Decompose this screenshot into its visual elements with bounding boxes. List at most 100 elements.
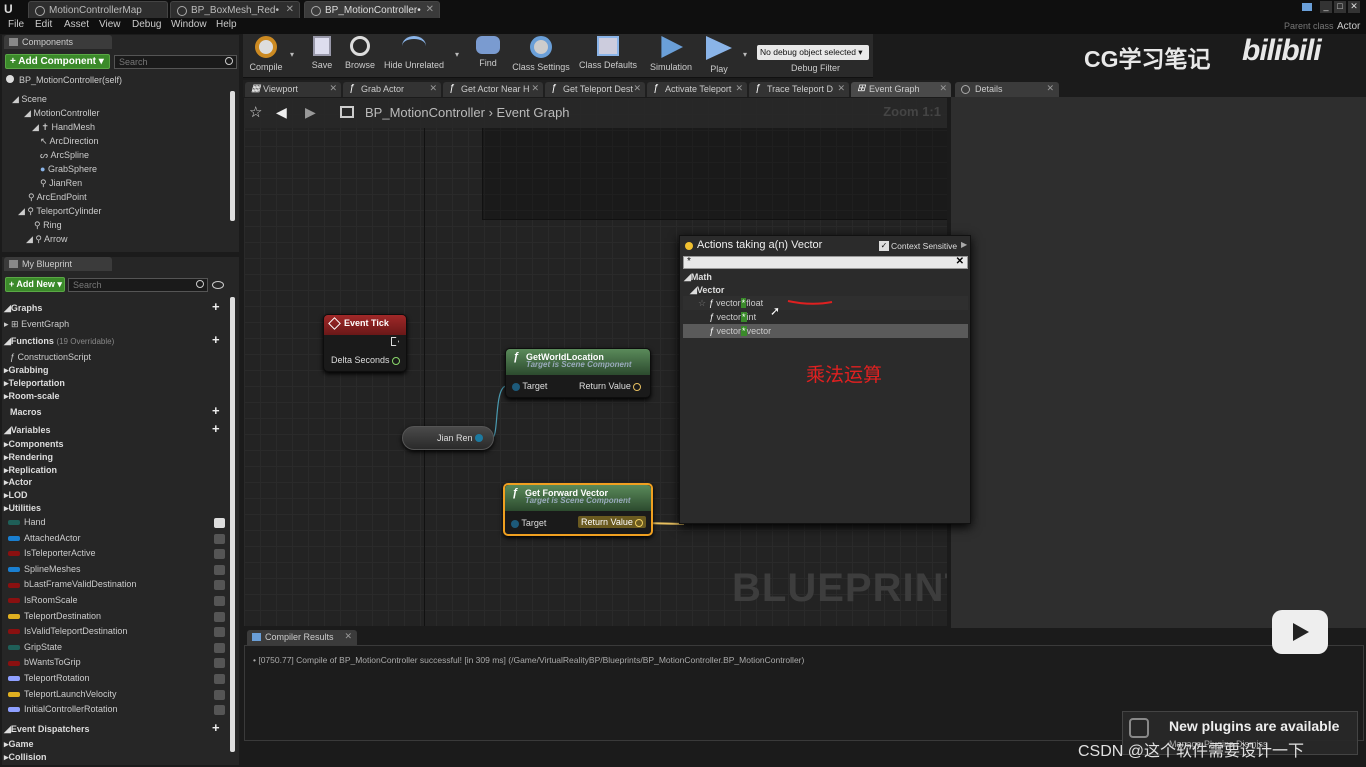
menu-view[interactable]: View [99, 19, 121, 30]
menu-edit[interactable]: Edit [35, 19, 52, 30]
graph-item-eventgraph[interactable]: ▸ ⊞ EventGraph [4, 317, 69, 331]
tree-item-jianren[interactable]: ⚲ JianRen [40, 176, 82, 190]
category-vector[interactable]: ◢Vector [690, 283, 724, 297]
action-search-input[interactable]: * ✕ [683, 256, 968, 269]
tab-bp-boxmesh-red[interactable]: BP_BoxMesh_Red• ✕ [170, 1, 300, 18]
browse-button[interactable]: Browse [343, 36, 377, 76]
close-icon[interactable]: ✕ [329, 83, 337, 94]
var-category-utilities[interactable]: ▸Utilities [4, 502, 204, 515]
var-category-lod[interactable]: ▸LOD [4, 489, 204, 502]
compile-dropdown-icon[interactable]: ▾ [290, 50, 294, 59]
parent-class-value[interactable]: Actor [1337, 21, 1360, 32]
add-graph-button[interactable]: + [212, 299, 220, 314]
visibility-eye-icon[interactable] [214, 705, 225, 716]
close-icon[interactable]: ✕ [735, 83, 743, 94]
graph-tab-activate-teleport[interactable]: ƒ Activate Teleport ✕ [647, 82, 747, 97]
find-button[interactable]: Find [473, 36, 503, 76]
variable-item[interactable]: TeleportLaunchVelocity [8, 687, 226, 703]
graph-tab-get-actor-near-h[interactable]: ƒ Get Actor Near H ✕ [443, 82, 543, 97]
tree-item-scene[interactable]: ◢ Scene [12, 92, 47, 106]
graph-tab-viewport[interactable]: ▦ Viewport ✕ [245, 82, 341, 97]
variable-item[interactable]: bWantsToGrip [8, 655, 226, 671]
close-icon[interactable]: ✕ [429, 83, 437, 94]
menu-help[interactable]: Help [216, 19, 237, 30]
components-scrollbar[interactable] [230, 91, 235, 221]
tree-item-arrow[interactable]: ◢ ⚲ Arrow [26, 232, 68, 246]
blueprint-search-input[interactable]: Search [68, 278, 208, 292]
class-settings-button[interactable]: Class Settings [511, 36, 571, 76]
graph-tab-event-graph[interactable]: ⊞ Event Graph ✕ [851, 82, 951, 97]
dispatcher-category-collision[interactable]: ▸Collision [4, 750, 47, 764]
add-new-button[interactable]: + Add New ▾ [5, 277, 65, 292]
var-category-rendering[interactable]: ▸Rendering [4, 451, 204, 464]
debug-object-select[interactable]: No debug object selected ▾ [757, 45, 869, 60]
var-category-replication[interactable]: ▸Replication [4, 464, 204, 477]
tree-item-motioncontroller[interactable]: ◢ MotionController [24, 106, 99, 120]
function-item-constructionscript[interactable]: ƒ ConstructionScript [10, 350, 91, 364]
close-icon[interactable]: ✕ [426, 4, 434, 15]
node-event-tick[interactable]: Event Tick Delta Seconds [323, 314, 407, 372]
var-category-components[interactable]: ▸Components [4, 438, 204, 451]
play-button[interactable]: Play [703, 36, 735, 76]
variable-item[interactable]: IsRoomScale [8, 593, 226, 609]
var-category-actor[interactable]: ▸Actor [4, 476, 204, 489]
variable-item[interactable]: Hand [8, 515, 226, 531]
close-icon[interactable]: ✕ [837, 83, 845, 94]
clear-search-icon[interactable]: ✕ [956, 256, 964, 267]
dispatcher-category-game[interactable]: ▸Game [4, 737, 34, 751]
pin-delta-seconds[interactable]: Delta Seconds [331, 355, 401, 365]
close-icon[interactable]: ✕ [939, 83, 947, 94]
visibility-eye-icon[interactable] [214, 549, 225, 560]
visibility-eye-icon[interactable] [214, 658, 225, 669]
close-icon[interactable]: ✕ [1046, 83, 1054, 94]
action-vector-times-int[interactable]: ƒ vector*int [683, 310, 968, 324]
exec-pin-out[interactable] [391, 337, 399, 346]
play-dropdown-icon[interactable]: ▾ [743, 50, 747, 59]
object-pin-dot[interactable] [475, 434, 483, 442]
event-dispatchers-section[interactable]: ◢Event Dispatchers [4, 722, 89, 736]
pin-return-value[interactable]: Return Value [579, 381, 642, 391]
tree-item-grabsphere[interactable]: ● GrabSphere [40, 162, 97, 176]
tab-bp-motioncontroller[interactable]: BP_MotionController• ✕ [304, 1, 440, 18]
menu-asset[interactable]: Asset [64, 19, 89, 30]
graphs-section[interactable]: ◢Graphs [4, 301, 42, 315]
node-jian-ren[interactable]: Jian Ren [402, 426, 494, 450]
variable-item[interactable]: IsTeleporterActive [8, 546, 226, 562]
save-button[interactable]: Save [309, 36, 335, 76]
simulation-button[interactable]: Simulation [647, 36, 695, 76]
category-math[interactable]: ◢Math [684, 270, 712, 284]
functions-section[interactable]: ◢Functions (19 Overridable) [4, 334, 114, 348]
minimize-icon[interactable]: _ [1320, 1, 1332, 13]
tree-item-handmesh[interactable]: ◢ ✝ HandMesh [32, 120, 95, 134]
menu-file[interactable]: File [8, 19, 24, 30]
visibility-eye-icon[interactable] [214, 596, 225, 606]
close-icon[interactable]: ✕ [531, 83, 539, 94]
function-category-grabbing[interactable]: ▸Grabbing [4, 363, 49, 377]
variable-item[interactable]: AttachedActor [8, 531, 226, 547]
macros-section[interactable]: Macros [10, 405, 42, 419]
close-icon[interactable]: ✕ [1348, 1, 1360, 13]
compile-log-line[interactable]: • [0750.77] Compile of BP_MotionControll… [253, 655, 804, 665]
visibility-eye-icon[interactable] [212, 281, 224, 289]
node-get-forward-vector[interactable]: ƒ Get Forward Vector Target is Scene Com… [503, 483, 653, 536]
hide-unrelated-dropdown-icon[interactable]: ▾ [455, 50, 459, 59]
pin-return-value[interactable]: Return Value [578, 516, 647, 528]
blueprint-scrollbar[interactable] [230, 297, 235, 752]
variable-item[interactable]: TeleportRotation [8, 671, 226, 687]
my-blueprint-tab[interactable]: My Blueprint [4, 257, 112, 271]
context-sensitive-checkbox[interactable]: ✓ [879, 241, 889, 251]
visibility-eye-icon[interactable] [214, 674, 225, 684]
self-component[interactable]: BP_MotionController(self) [6, 73, 122, 87]
favorite-star-icon[interactable]: ☆ [698, 298, 706, 308]
variable-item[interactable]: bLastFrameValidDestination [8, 577, 226, 593]
bilibili-tv-icon[interactable] [1272, 610, 1328, 654]
variable-item[interactable]: IsValidTeleportDestination [8, 624, 226, 640]
visibility-eye-icon[interactable] [214, 518, 225, 528]
menu-window[interactable]: Window [171, 19, 207, 30]
function-category-roomscale[interactable]: ▸Room-scale [4, 389, 60, 403]
class-defaults-button[interactable]: Class Defaults [579, 36, 637, 76]
visibility-eye-icon[interactable] [214, 627, 225, 638]
maximize-icon[interactable]: □ [1334, 1, 1346, 13]
menu-debug[interactable]: Debug [132, 19, 161, 30]
graph-tab-grab-actor[interactable]: ƒ Grab Actor ✕ [343, 82, 441, 97]
